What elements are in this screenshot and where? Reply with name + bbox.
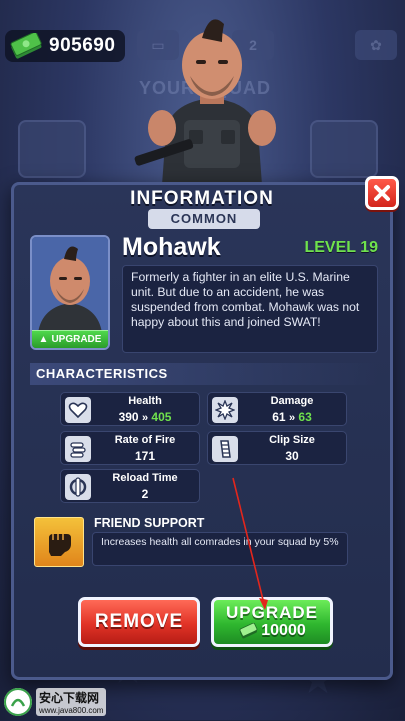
friend-support-title: FRIEND SUPPORT [94, 516, 205, 530]
hero-figure [132, 10, 292, 185]
squad-slot [310, 120, 378, 178]
stat-next: 405 [151, 410, 172, 424]
hero-name: Mohawk [122, 233, 221, 261]
stat-value: 390 » 405 [93, 410, 197, 424]
information-dialog: INFORMATION COMMON ▲ UPGRADE Mohawk LEVE… [11, 176, 399, 680]
hero-portrait[interactable]: ▲ UPGRADE [30, 235, 110, 350]
upgrade-arrow-icon: » [141, 412, 149, 424]
reload-icon [65, 474, 91, 500]
heart-icon [65, 397, 91, 423]
stat-rate-of-fire: Rate of Fire 171 [60, 431, 200, 465]
fist-icon [34, 517, 84, 567]
watermark-text: 安心下载网 www.java800.com [36, 688, 107, 716]
cash-stack-icon [239, 623, 258, 639]
stat-value: 30 [285, 449, 299, 463]
stat-reload-time: Reload Time 2 [60, 469, 200, 503]
remove-button-label: REMOVE [94, 611, 184, 632]
upgrade-button-label: UPGRADE [225, 603, 318, 622]
stat-current: 61 [272, 410, 286, 424]
watermark-logo-icon [4, 688, 32, 716]
friend-support-description: Increases health all comrades in your sq… [92, 532, 348, 566]
remove-button[interactable]: REMOVE [78, 597, 200, 647]
upgrade-arrow-icon: » [288, 412, 296, 424]
close-x-icon [374, 185, 390, 201]
watermark-sub: www.java800.com [39, 706, 104, 715]
upgrade-cost: 10000 [238, 622, 306, 640]
rarity-badge: COMMON [148, 209, 260, 229]
watermark: 安心下载网 www.java800.com [0, 684, 110, 720]
stat-next: 63 [298, 410, 312, 424]
magazine-icon [212, 436, 238, 462]
hero-description: Formerly a fighter in an elite U.S. Mari… [122, 265, 378, 353]
bullets-icon [65, 436, 91, 462]
close-button[interactable] [365, 176, 399, 210]
stat-health: Health 390 » 405 [60, 392, 200, 426]
portrait-upgrade-button[interactable]: ▲ UPGRADE [32, 330, 108, 348]
stat-label: Clip Size [269, 434, 315, 446]
stat-label: Damage [270, 395, 314, 407]
stat-damage: Damage 61 » 63 [207, 392, 347, 426]
stat-label: Health [128, 395, 162, 407]
stat-value: 2 [141, 487, 149, 501]
currency-display: 905690 [5, 30, 126, 62]
stat-value: 61 » 63 [240, 410, 344, 424]
upgrade-cost-value: 10000 [261, 622, 306, 639]
cash-stack-icon [9, 31, 43, 59]
explosion-icon [212, 397, 238, 423]
characteristics-title: CHARACTERISTICS [30, 363, 378, 385]
stat-label: Reload Time [112, 472, 178, 484]
arrow-up-icon: ▲ [38, 334, 49, 345]
squad-slot [18, 120, 86, 178]
stat-label: Rate of Fire [114, 434, 176, 446]
stat-current: 390 [118, 410, 139, 424]
top-right-deco: ✿ [355, 30, 397, 60]
stat-clip-size: Clip Size 30 [207, 431, 347, 465]
upgrade-button[interactable]: UPGRADE 10000 [211, 597, 333, 647]
portrait-upgrade-label: UPGRADE [51, 334, 102, 345]
dialog-title: INFORMATION [130, 188, 274, 209]
currency-amount: 905690 [49, 35, 116, 56]
hero-portrait-image [32, 237, 108, 333]
stat-value: 171 [134, 449, 156, 463]
watermark-main: 安心下载网 [39, 691, 100, 705]
hero-level: LEVEL 19 [304, 239, 378, 256]
